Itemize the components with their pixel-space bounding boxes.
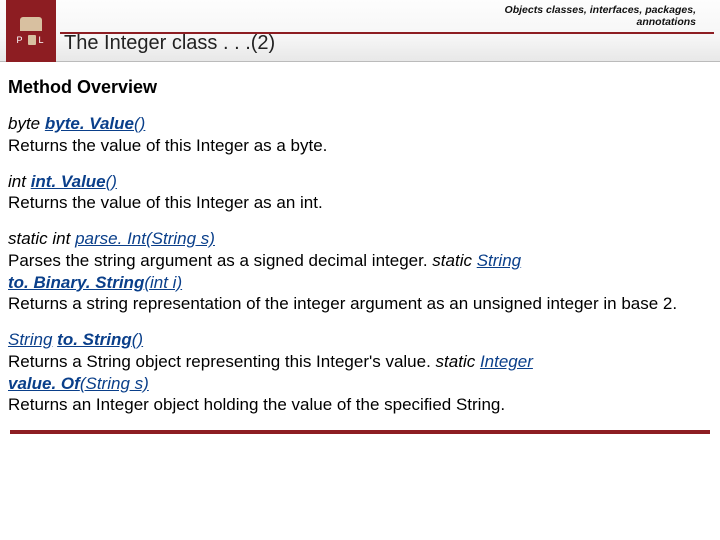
return-type: int — [8, 172, 31, 191]
method-block-parseint: static int parse. Int(String s) Parses t… — [8, 228, 712, 315]
method-desc: Returns an Integer object holding the va… — [8, 395, 505, 414]
logo-letters: P L — [16, 35, 45, 45]
method-paren: () — [134, 114, 145, 133]
logo-letter-right: L — [39, 35, 46, 45]
logo-emblem-icon — [20, 17, 42, 31]
page-title: The Integer class . . .(2) — [64, 32, 275, 55]
logo-letter-left: P — [16, 35, 24, 45]
inline-return: static — [436, 352, 480, 371]
logo-badge: P L — [6, 0, 56, 62]
method-block-bytevalue: byte byte. Value() Returns the value of … — [8, 113, 712, 157]
method-desc: Returns the value of this Integer as a b… — [8, 136, 327, 155]
breadcrumb-line2: annotations — [505, 16, 696, 28]
inline-type-link[interactable]: String — [477, 251, 521, 270]
method-link-intvalue[interactable]: int. Value — [31, 172, 106, 191]
method-link-bytevalue[interactable]: byte. Value — [45, 114, 134, 133]
method-link-valueof[interactable]: value. Of — [8, 374, 80, 393]
method-desc: Returns the value of this Integer as an … — [8, 193, 323, 212]
return-type-link[interactable]: String — [8, 330, 52, 349]
method-desc: Returns a String object representing thi… — [8, 352, 436, 371]
method-paren: () — [106, 172, 117, 191]
method-link-tostring[interactable]: to. String — [57, 330, 132, 349]
param-type-link[interactable]: String — [85, 374, 129, 393]
section-heading: Method Overview — [8, 76, 712, 99]
return-type: static int — [8, 229, 75, 248]
content-area: Method Overview byte byte. Value() Retur… — [0, 62, 720, 434]
inline-type-link[interactable]: Integer — [480, 352, 533, 371]
breadcrumb: Objects classes, interfaces, packages, a… — [505, 4, 696, 28]
method-desc: Returns a string representation of the i… — [8, 294, 677, 313]
method-paren: (int i) — [144, 273, 182, 292]
breadcrumb-line1: Objects classes, interfaces, packages, — [505, 4, 696, 16]
footer-divider — [10, 430, 710, 434]
param-rest: s) — [130, 374, 149, 393]
param-rest: s) — [196, 229, 215, 248]
method-link-tobinarystring[interactable]: to. Binary. String — [8, 273, 144, 292]
logo-crest-icon — [28, 35, 36, 45]
method-block-tostring: String to. String() Returns a String obj… — [8, 329, 712, 416]
return-type: byte — [8, 114, 45, 133]
method-block-intvalue: int int. Value() Returns the value of th… — [8, 171, 712, 215]
method-link-parseint[interactable]: parse. Int — [75, 229, 146, 248]
method-desc: Parses the string argument as a signed d… — [8, 251, 432, 270]
inline-return: static — [432, 251, 476, 270]
param-type-link[interactable]: String — [152, 229, 196, 248]
slide-header: P L Objects classes, interfaces, package… — [0, 0, 720, 62]
method-paren: () — [132, 330, 143, 349]
